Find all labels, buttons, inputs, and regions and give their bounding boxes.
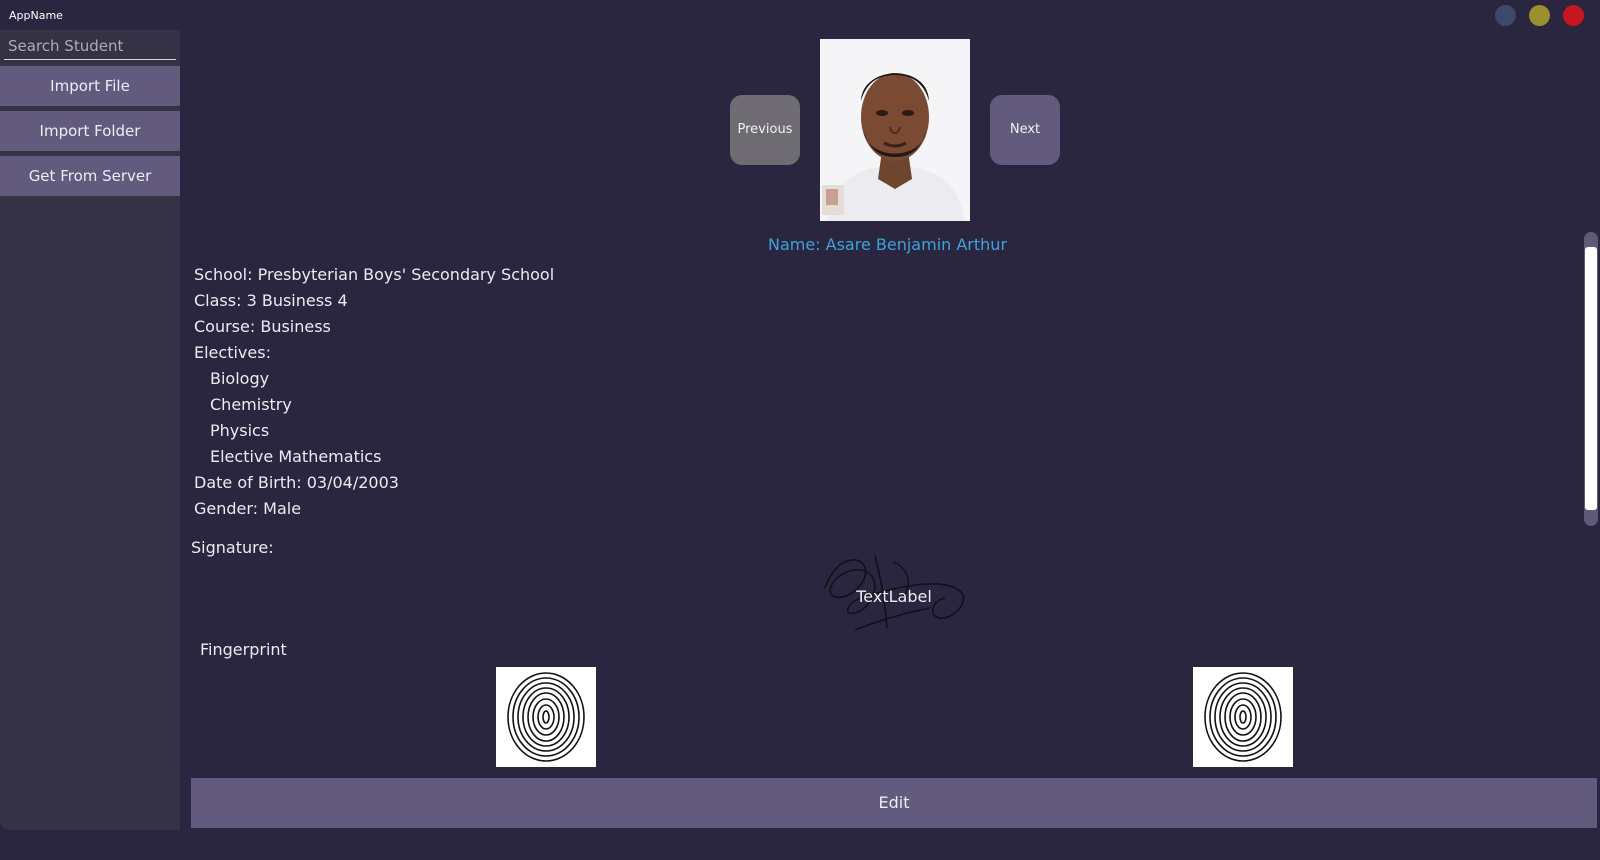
dob-line: Date of Birth: 03/04/2003: [194, 473, 399, 492]
get-from-server-button[interactable]: Get From Server: [0, 156, 180, 196]
elective-item: Elective Mathematics: [210, 447, 382, 466]
school-line: School: Presbyterian Boys' Secondary Sch…: [194, 265, 555, 284]
class-line: Class: 3 Business 4: [194, 291, 348, 310]
app-title: AppName: [9, 9, 63, 22]
previous-button[interactable]: Previous: [730, 95, 800, 165]
fingerprint-image-right: [1193, 667, 1293, 767]
elective-item: Physics: [210, 421, 270, 440]
import-file-button[interactable]: Import File: [0, 66, 180, 106]
electives-label: Electives:: [194, 343, 271, 362]
import-folder-button[interactable]: Import Folder: [0, 111, 180, 151]
fingerprint-image-left: [496, 667, 596, 767]
maximize-button[interactable]: [1529, 5, 1550, 26]
course-line: Course: Business: [194, 317, 331, 336]
signature-label: Signature:: [191, 538, 274, 557]
next-button[interactable]: Next: [990, 95, 1060, 165]
elective-item: Chemistry: [210, 395, 292, 414]
student-name: Name: Asare Benjamin Arthur: [767, 235, 1008, 254]
scrollbar-thumb[interactable]: [1585, 247, 1597, 510]
student-info: School: Presbyterian Boys' Secondary Sch…: [194, 262, 554, 522]
search-student-input[interactable]: [4, 32, 176, 60]
app-window: AppName Import File Import Folder Get Fr…: [0, 0, 1600, 860]
edit-button[interactable]: Edit: [191, 778, 1597, 828]
minimize-button[interactable]: [1495, 5, 1516, 26]
close-button[interactable]: [1563, 5, 1584, 26]
student-photo: [820, 39, 970, 221]
elective-item: Biology: [210, 369, 270, 388]
fingerprint-label: Fingerprint: [200, 640, 287, 659]
signature-text-label: TextLabel: [856, 587, 932, 606]
sidebar: Import File Import Folder Get From Serve…: [0, 30, 180, 830]
gender-line: Gender: Male: [194, 499, 302, 518]
